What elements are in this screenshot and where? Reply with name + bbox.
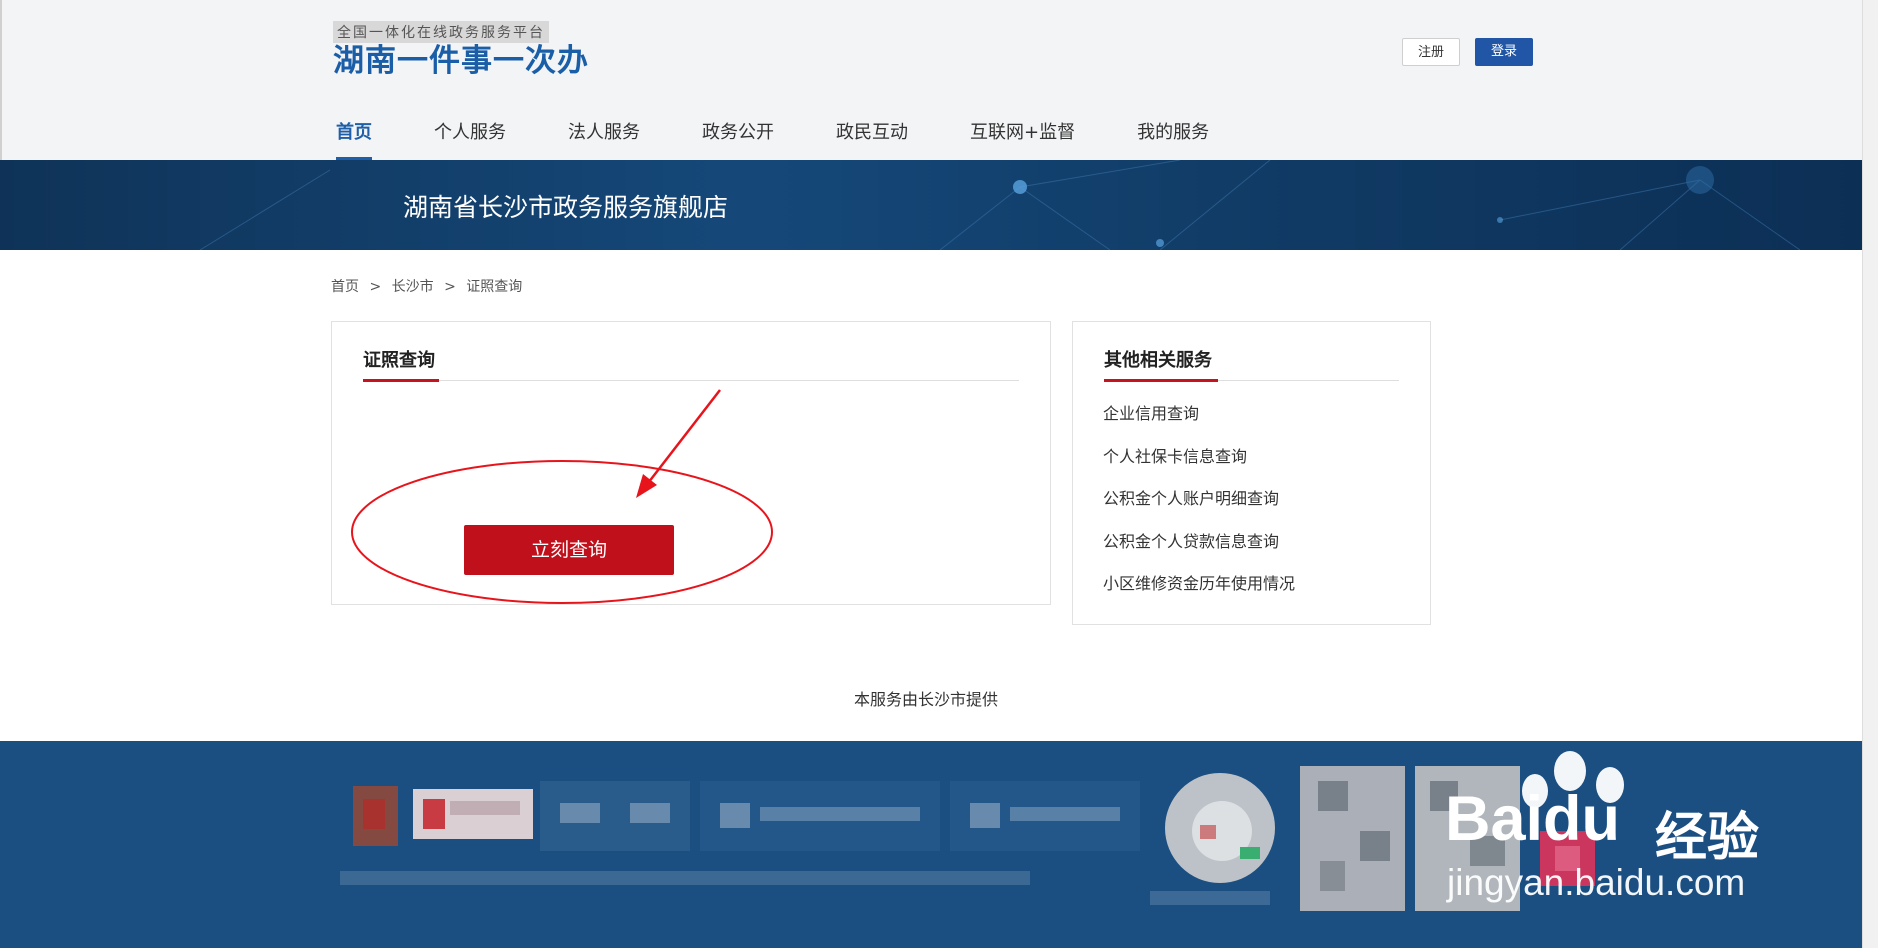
- breadcrumb-separator: >: [369, 279, 382, 295]
- panel-divider: [363, 380, 1019, 381]
- network-pattern: [199, 160, 1801, 250]
- site-header: 全国一体化在线政务服务平台 湖南一件事一次办 注册 登录 首页 个人服务 法人服…: [0, 0, 1864, 160]
- nav-item-home[interactable]: 首页: [336, 117, 372, 160]
- breadcrumb: 首页 > 长沙市 > 证照查询: [331, 276, 528, 296]
- watermark-brand: Baidu: [1445, 784, 1621, 854]
- panel-title: 证照查询: [363, 350, 435, 371]
- register-button[interactable]: 注册: [1402, 38, 1460, 66]
- watermark-url: jingyan.baidu.com: [1447, 862, 1746, 903]
- main-nav: 首页 个人服务 法人服务 政务公开 政民互动 互联网+监督 我的服务: [336, 117, 1209, 160]
- platform-tag: 全国一体化在线政务服务平台: [333, 21, 549, 43]
- nav-item-my-services[interactable]: 我的服务: [1137, 117, 1209, 160]
- brand-name: 湖南一件事一次办: [333, 43, 589, 79]
- license-query-panel: 证照查询 立刻查询: [331, 321, 1051, 605]
- breadcrumb-city[interactable]: 长沙市: [392, 279, 434, 295]
- nav-item-personal[interactable]: 个人服务: [434, 117, 506, 160]
- banner-title: 湖南省长沙市政务服务旗舰店: [403, 193, 729, 222]
- related-services-list: 企业信用查询 个人社保卡信息查询 公积金个人账户明细查询 公积金个人贷款信息查询…: [1103, 402, 1295, 615]
- nav-item-public-affairs[interactable]: 政务公开: [702, 117, 774, 160]
- service-link-housing-fund-loan[interactable]: 公积金个人贷款信息查询: [1103, 530, 1295, 573]
- watermark-cn: 经验: [1655, 808, 1760, 868]
- breadcrumb-home[interactable]: 首页: [331, 279, 359, 295]
- nav-item-interaction[interactable]: 政民互动: [836, 117, 908, 160]
- login-button[interactable]: 登录: [1475, 38, 1533, 66]
- panel-title-underline: [1104, 379, 1218, 382]
- service-link-social-security-card[interactable]: 个人社保卡信息查询: [1103, 445, 1295, 488]
- service-link-maintenance-fund[interactable]: 小区维修资金历年使用情况: [1103, 572, 1295, 615]
- breadcrumb-current: 证照查询: [466, 279, 523, 295]
- panel-title-underline: [363, 379, 439, 382]
- vertical-scrollbar[interactable]: [1862, 0, 1878, 948]
- query-now-button[interactable]: 立刻查询: [464, 525, 674, 575]
- banner: 湖南省长沙市政务服务旗舰店: [0, 160, 1862, 250]
- nav-item-supervision[interactable]: 互联网+监督: [970, 117, 1075, 160]
- service-link-housing-fund-account[interactable]: 公积金个人账户明细查询: [1103, 487, 1295, 530]
- nav-item-corporate[interactable]: 法人服务: [568, 117, 640, 160]
- service-link-enterprise-credit[interactable]: 企业信用查询: [1103, 402, 1295, 445]
- breadcrumb-separator: >: [444, 279, 456, 295]
- service-provider-note: 本服务由长沙市提供: [854, 690, 999, 709]
- panel-title: 其他相关服务: [1104, 350, 1212, 371]
- related-services-panel: 其他相关服务 企业信用查询 个人社保卡信息查询 公积金个人账户明细查询 公积金个…: [1072, 321, 1431, 625]
- site-logo[interactable]: 全国一体化在线政务服务平台 湖南一件事一次办: [333, 21, 589, 79]
